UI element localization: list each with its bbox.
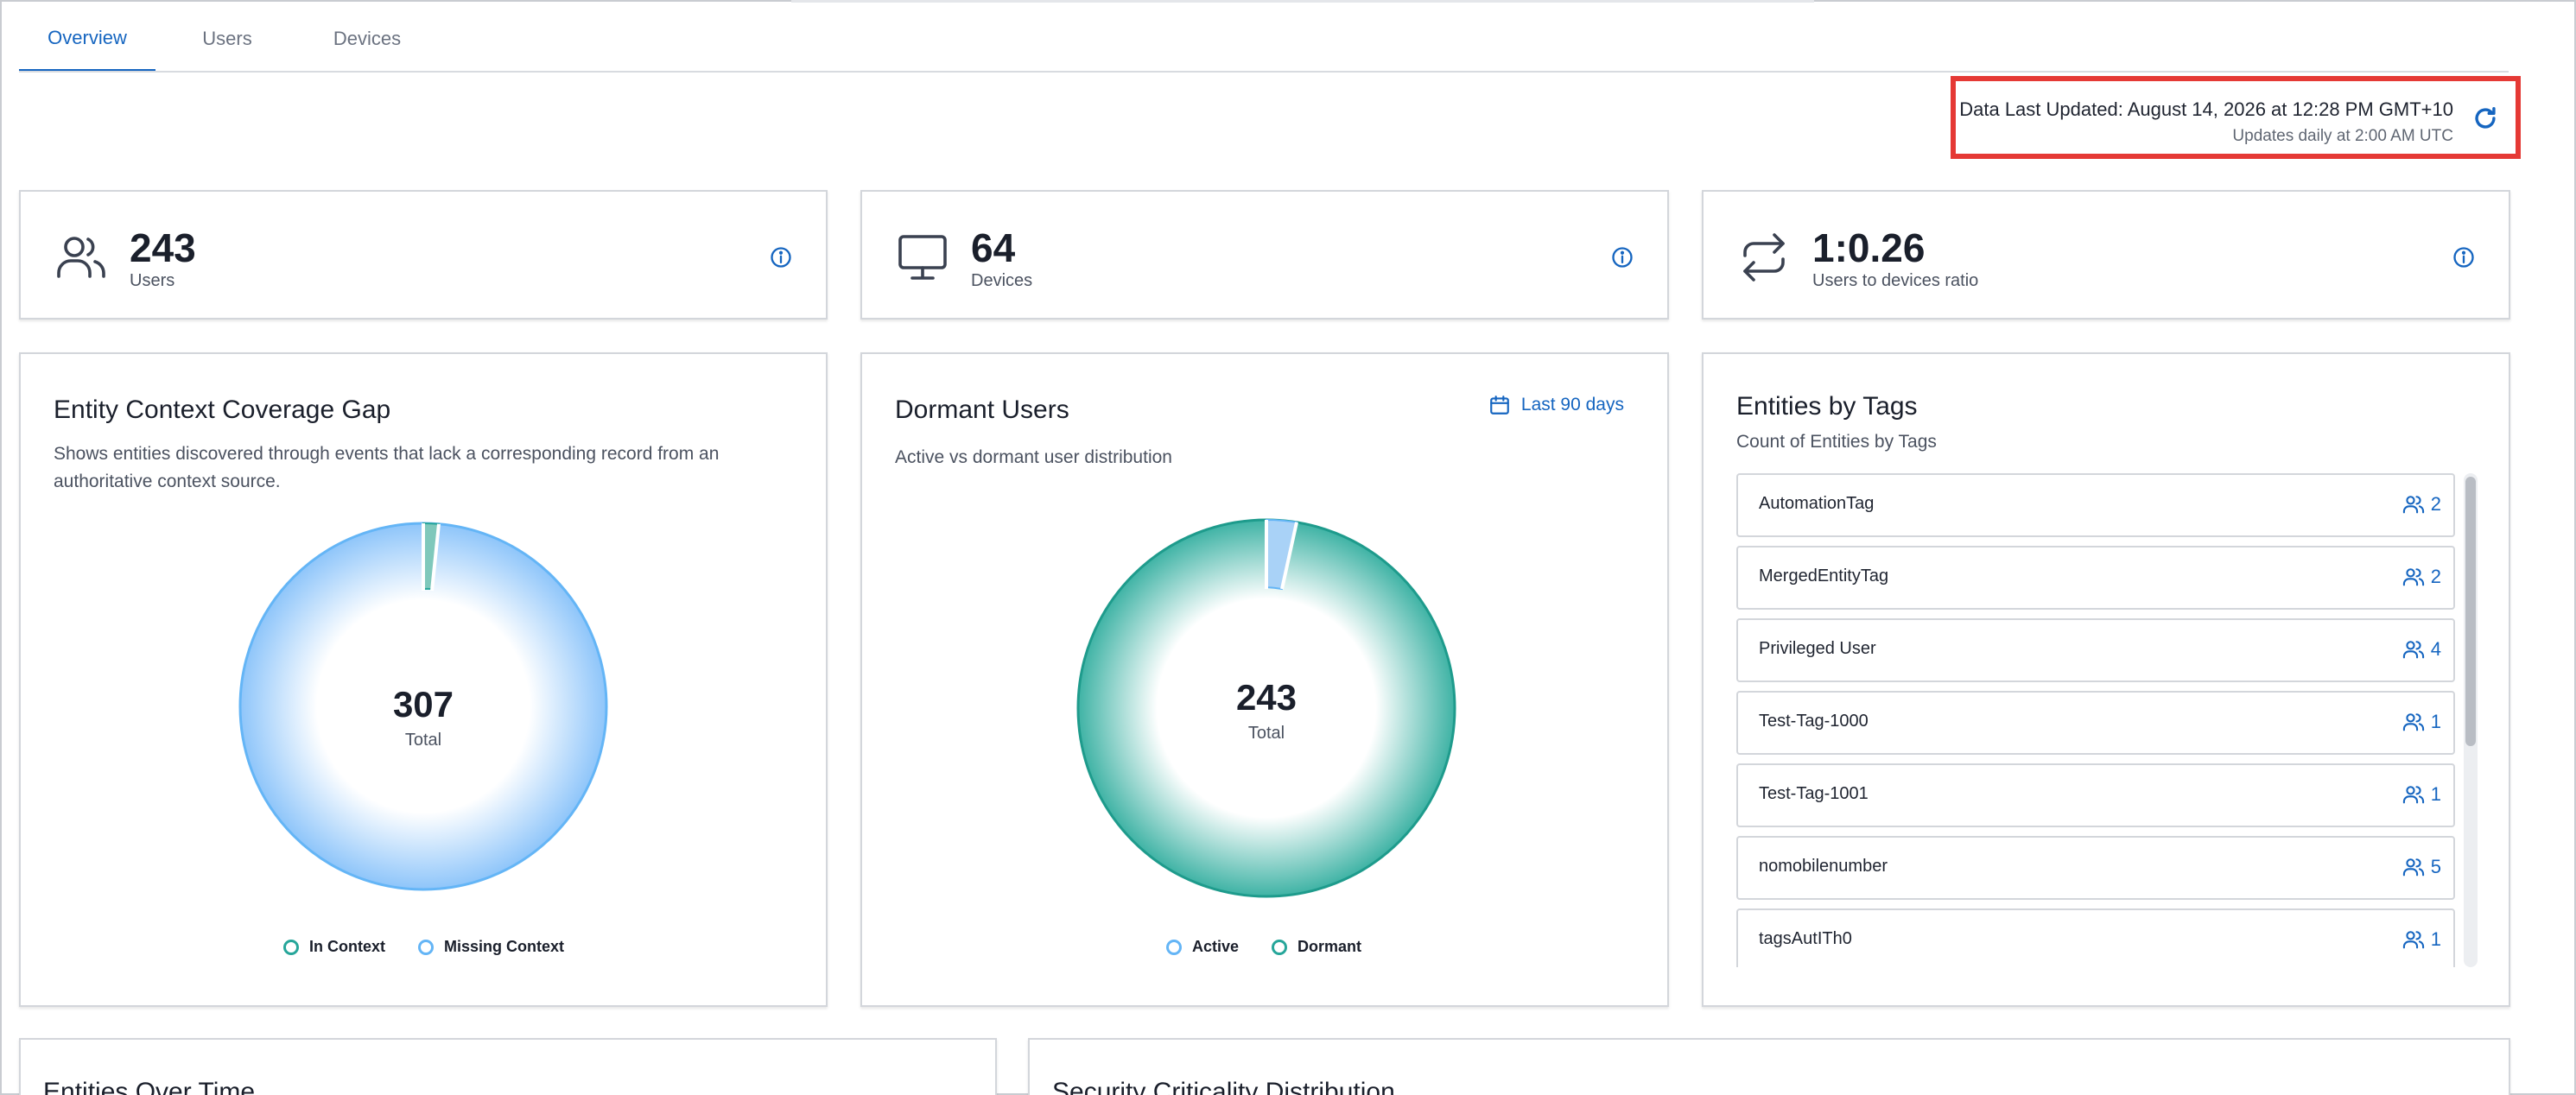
dormant-users-card: Dormant Users Last 90 days Active vs dor… xyxy=(860,352,1669,1007)
tag-count-value: 1 xyxy=(2430,711,2441,732)
legend-active[interactable]: Active xyxy=(1166,938,1239,956)
tab-users[interactable]: Users xyxy=(159,7,295,73)
entities-over-time-title: Entities Over Time xyxy=(43,1078,256,1095)
tag-count-value: 4 xyxy=(2430,638,2441,660)
date-range-label: Last 90 days xyxy=(1520,395,1624,415)
tags-scrollbar[interactable] xyxy=(2464,473,2478,967)
dormant-total: 243 xyxy=(1235,677,1298,718)
tab-devices[interactable]: Devices xyxy=(299,7,435,73)
coverage-legend: In Context Missing Context xyxy=(283,938,597,956)
ratio-label: Users to devices ratio xyxy=(1812,271,1979,290)
users-icon xyxy=(2402,496,2424,514)
tag-count[interactable]: 1 xyxy=(2402,782,2441,807)
tag-count[interactable]: 1 xyxy=(2402,710,2441,734)
legend-dot xyxy=(1166,939,1182,955)
legend-dot xyxy=(418,939,434,955)
tag-count-value: 1 xyxy=(2430,783,2441,805)
security-criticality-title: Security Criticality Distribution xyxy=(1052,1078,1395,1095)
users-icon xyxy=(2402,858,2424,877)
users-label: Users xyxy=(130,271,175,290)
tag-name: nomobilenumber xyxy=(1759,857,1888,876)
tag-count[interactable]: 1 xyxy=(2402,927,2441,952)
ratio-value: 1:0.26 xyxy=(1812,225,1926,270)
tag-name: Privileged User xyxy=(1759,639,1876,658)
tab-overview[interactable]: Overview xyxy=(19,7,155,73)
data-updated-panel: Data Last Updated: August 14, 2026 at 12… xyxy=(1951,76,2521,159)
legend-label: Active xyxy=(1192,938,1240,955)
calendar-icon xyxy=(1490,396,1509,415)
legend-dot xyxy=(1272,939,1288,955)
tag-name: AutomationTag xyxy=(1759,494,1875,513)
legend-in-context[interactable]: In Context xyxy=(283,938,385,956)
info-icon[interactable] xyxy=(1610,245,1634,269)
tag-name: tagsAutITh0 xyxy=(1759,929,1852,948)
legend-dormant[interactable]: Dormant xyxy=(1272,938,1361,956)
legend-missing-context[interactable]: Missing Context xyxy=(418,938,564,956)
users-icon xyxy=(2402,786,2424,804)
coverage-total-label: Total xyxy=(404,731,442,750)
tab-blank-1[interactable] xyxy=(439,7,575,73)
dormant-title: Dormant Users xyxy=(895,396,1069,424)
tag-count-value: 1 xyxy=(2430,928,2441,950)
list-item[interactable]: Privileged User 4 xyxy=(1736,618,2455,682)
tab-bar: Overview Users Devices xyxy=(19,7,719,73)
security-criticality-card: Security Criticality Distribution xyxy=(1028,1038,2510,1095)
list-item[interactable]: Test-Tag-1000 1 xyxy=(1736,691,2455,755)
tag-count-value: 5 xyxy=(2430,856,2441,877)
info-icon[interactable] xyxy=(2452,245,2476,269)
tag-count-value: 2 xyxy=(2430,566,2441,587)
update-schedule-text: Updates daily at 2:00 AM UTC xyxy=(2232,127,2453,145)
tab-blank-2[interactable] xyxy=(579,7,715,73)
devices-label: Devices xyxy=(971,271,1033,290)
list-item[interactable]: nomobilenumber 5 xyxy=(1736,836,2455,900)
tag-count[interactable]: 2 xyxy=(2402,492,2441,516)
last-updated-text: Data Last Updated: August 14, 2026 at 12… xyxy=(1959,98,2453,120)
swap-icon xyxy=(1743,233,1785,282)
entities-over-time-card: Entities Over Time xyxy=(19,1038,997,1095)
tag-name: Test-Tag-1000 xyxy=(1759,712,1869,731)
devices-stat-card: 64 Devices xyxy=(860,190,1669,320)
tag-count[interactable]: 2 xyxy=(2402,565,2441,589)
users-icon xyxy=(2402,568,2424,586)
users-icon xyxy=(2402,641,2424,659)
users-stat-card: 243 Users xyxy=(19,190,828,320)
info-icon[interactable] xyxy=(769,245,793,269)
tags-subtitle: Count of Entities by Tags xyxy=(1736,432,1937,452)
dormant-legend: Active Dormant xyxy=(1166,938,1394,956)
legend-label: In Context xyxy=(309,938,385,955)
devices-count: 64 xyxy=(971,225,1016,270)
date-range-button[interactable]: Last 90 days xyxy=(1488,394,1624,416)
tags-list[interactable]: AutomationTag 2 MergedEntityTag 2 Privil… xyxy=(1736,473,2455,967)
list-item[interactable]: AutomationTag 2 xyxy=(1736,473,2455,537)
ratio-stat-card: 1:0.26 Users to devices ratio xyxy=(1702,190,2510,320)
tags-title: Entities by Tags xyxy=(1736,392,1918,421)
users-count: 243 xyxy=(130,225,196,270)
legend-label: Missing Context xyxy=(444,938,565,955)
users-icon xyxy=(2402,713,2424,731)
tag-name: Test-Tag-1001 xyxy=(1759,784,1869,803)
legend-dot xyxy=(283,939,299,955)
tag-count[interactable]: 5 xyxy=(2402,855,2441,879)
dormant-description: Active vs dormant user distribution xyxy=(895,447,1172,467)
tag-count[interactable]: 4 xyxy=(2402,637,2441,661)
coverage-gap-card: Entity Context Coverage Gap Shows entiti… xyxy=(19,352,828,1007)
monitor-icon xyxy=(898,235,947,280)
dormant-total-label: Total xyxy=(1247,724,1285,743)
list-item[interactable]: MergedEntityTag 2 xyxy=(1736,546,2455,610)
top-divider xyxy=(791,0,1814,3)
list-item[interactable]: Test-Tag-1001 1 xyxy=(1736,763,2455,827)
refresh-icon[interactable] xyxy=(2471,104,2500,133)
users-icon xyxy=(57,237,105,278)
tabs-divider xyxy=(19,71,2509,73)
users-icon xyxy=(2402,931,2424,949)
list-item[interactable]: tagsAutITh0 1 xyxy=(1736,908,2455,967)
tag-name: MergedEntityTag xyxy=(1759,566,1889,585)
coverage-description: Shows entities discovered through events… xyxy=(54,444,720,491)
entities-by-tags-card: Entities by Tags Count of Entities by Ta… xyxy=(1702,352,2510,1007)
coverage-title: Entity Context Coverage Gap xyxy=(54,396,391,424)
coverage-total: 307 xyxy=(392,684,454,725)
legend-label: Dormant xyxy=(1298,938,1362,955)
tag-count-value: 2 xyxy=(2430,493,2441,515)
scrollbar-thumb[interactable] xyxy=(2465,477,2476,746)
